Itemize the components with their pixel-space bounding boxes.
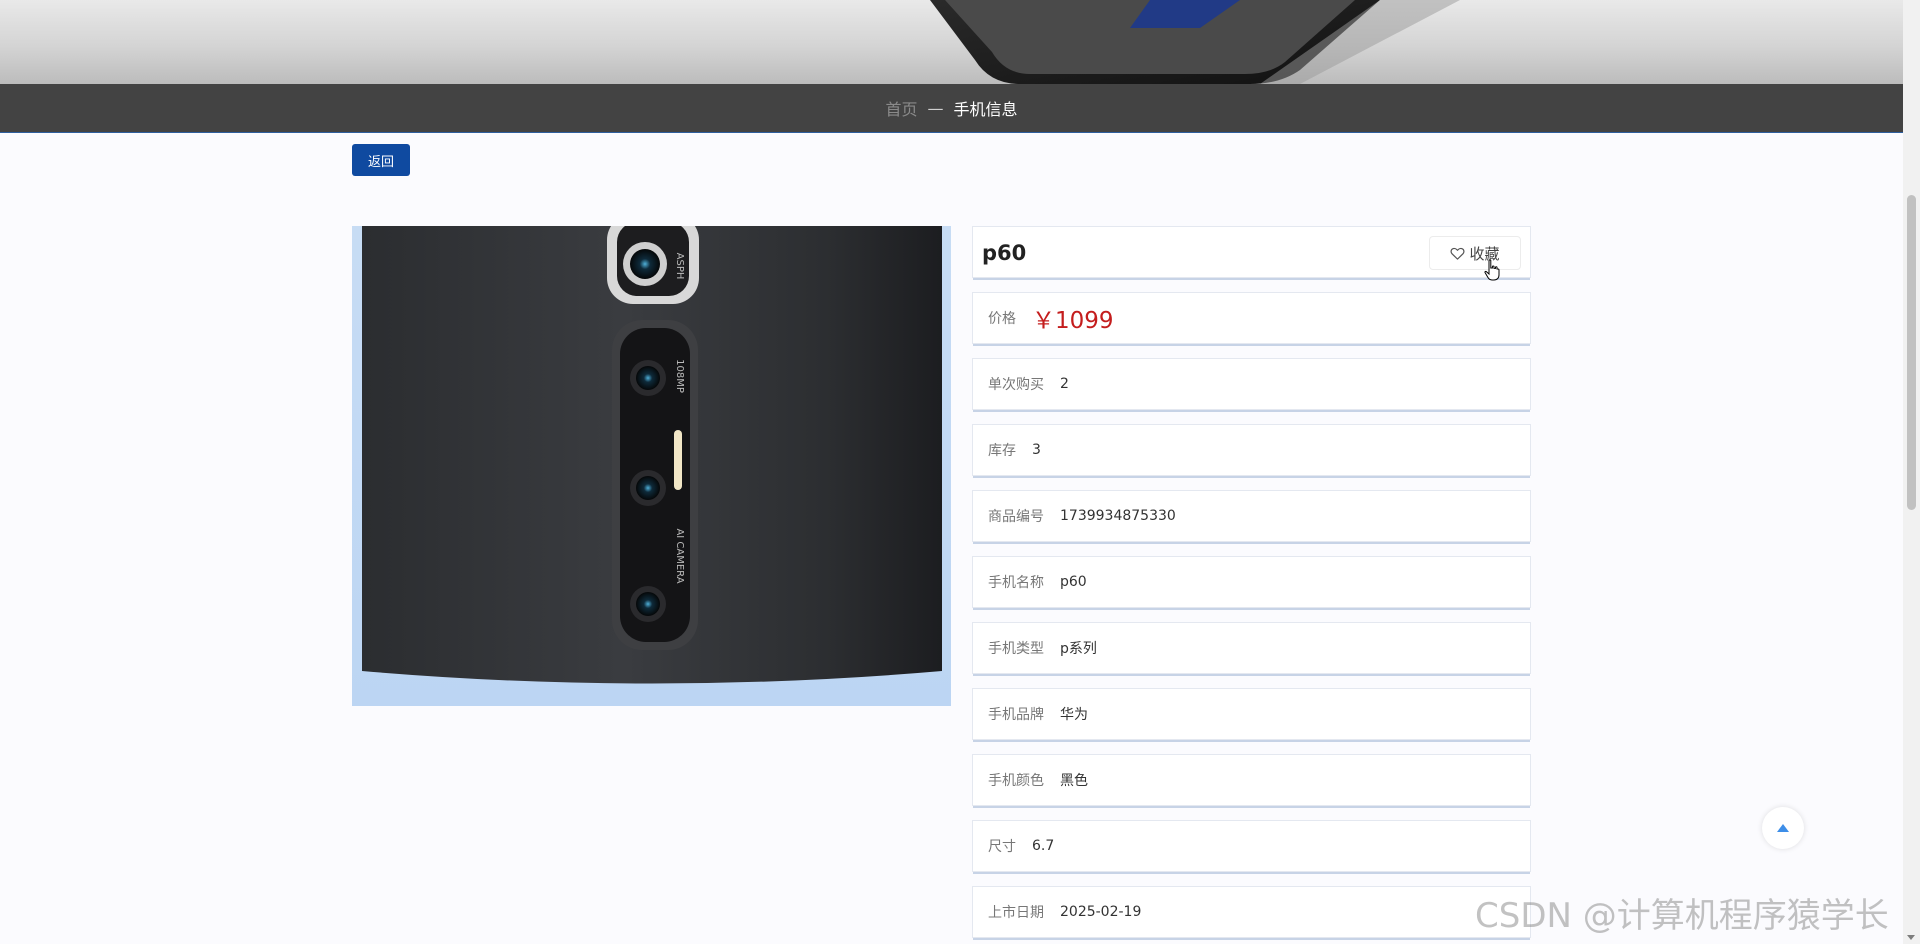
field-stock: 库存 3 <box>972 424 1531 476</box>
breadcrumb-separator: — <box>927 98 944 118</box>
field-value: 黑色 <box>1060 773 1088 789</box>
scrollbar-thumb[interactable] <box>1907 195 1916 510</box>
field-product-code: 商品编号 1739934875330 <box>972 490 1531 542</box>
product-image: ASPH 108MP AI CAMERA <box>352 226 951 706</box>
product-title-box: p60 收藏 <box>972 226 1531 281</box>
field-label: 商品编号 <box>988 509 1044 525</box>
price-value: ￥1099 <box>1032 308 1114 334</box>
page-scrollbar[interactable] <box>1903 0 1920 944</box>
back-to-top-button[interactable] <box>1762 807 1804 849</box>
field-value: 3 <box>1032 442 1041 458</box>
camera-label-108mp: 108MP <box>674 359 685 393</box>
field-label: 尺寸 <box>988 839 1016 855</box>
field-label: 价格 <box>988 311 1016 327</box>
field-value: 1739934875330 <box>1060 508 1176 524</box>
field-size: 尺寸 6.7 <box>972 820 1531 872</box>
field-value: 2025-02-19 <box>1060 904 1142 920</box>
field-value: p系列 <box>1060 641 1097 657</box>
camera-label-ai-camera: AI CAMERA <box>674 528 685 583</box>
favorite-button[interactable]: 收藏 <box>1429 236 1521 270</box>
phone-camera-image: ASPH 108MP AI CAMERA <box>362 226 942 684</box>
field-per-purchase: 单次购买 2 <box>972 358 1531 410</box>
product-details: p60 收藏 价格 ￥1099 单次购买 2 库存 3 商品编号 1739934… <box>972 226 1531 944</box>
field-price: 价格 ￥1099 <box>972 292 1531 344</box>
field-label: 手机名称 <box>988 575 1044 591</box>
field-release-date: 上市日期 2025-02-19 <box>972 886 1531 938</box>
field-value: 2 <box>1060 376 1069 392</box>
field-label: 手机品牌 <box>988 707 1044 723</box>
field-value: p60 <box>1060 574 1087 590</box>
field-phone-type: 手机类型 p系列 <box>972 622 1531 674</box>
field-label: 手机颜色 <box>988 773 1044 789</box>
field-phone-brand: 手机品牌 华为 <box>972 688 1531 740</box>
field-label: 库存 <box>988 443 1016 459</box>
top-banner <box>0 0 1903 84</box>
banner-tablet-image <box>930 0 1460 84</box>
field-value: 6.7 <box>1032 838 1055 854</box>
product-detail-page: 首页 — 手机信息 返回 ASPH 108MP AI CAMERA p60 收藏… <box>0 0 1920 944</box>
back-button[interactable]: 返回 <box>352 144 410 176</box>
breadcrumb-current: 手机信息 <box>953 100 1018 119</box>
field-label: 手机类型 <box>988 641 1044 657</box>
field-label: 单次购买 <box>988 377 1044 393</box>
scroll-down-arrow-icon[interactable] <box>1907 935 1915 940</box>
heart-icon <box>1450 247 1465 260</box>
breadcrumb-home-link[interactable]: 首页 <box>885 96 917 120</box>
field-label: 上市日期 <box>988 905 1044 921</box>
breadcrumb: 首页 — 手机信息 <box>0 84 1903 133</box>
hand-cursor-icon <box>1484 259 1500 281</box>
csdn-watermark: CSDN @计算机程序猿学长 <box>1475 896 1889 936</box>
camera-label-asph: ASPH <box>674 253 685 280</box>
triangle-up-icon <box>1777 824 1789 832</box>
product-title: p60 <box>982 241 1027 265</box>
field-phone-name: 手机名称 p60 <box>972 556 1531 608</box>
field-phone-color: 手机颜色 黑色 <box>972 754 1531 806</box>
field-value: 华为 <box>1060 707 1088 723</box>
